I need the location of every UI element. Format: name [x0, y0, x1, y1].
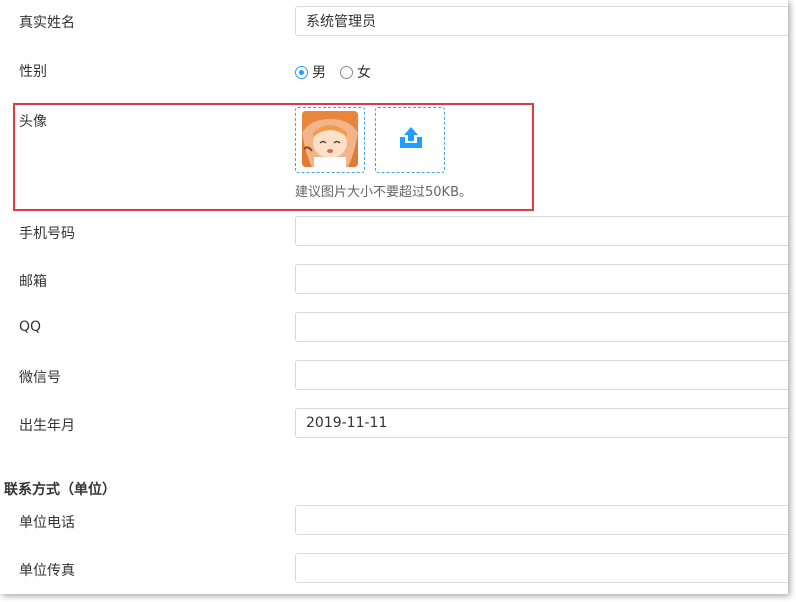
qq-label: QQ — [19, 319, 42, 335]
wechat-input[interactable] — [295, 360, 788, 390]
gender-label: 性别 — [19, 64, 47, 80]
email-label: 邮箱 — [19, 274, 47, 290]
birth-label: 出生年月 — [19, 418, 75, 434]
avatar-preview[interactable] — [295, 107, 365, 173]
phone-input[interactable] — [295, 216, 788, 246]
contact-section-title: 联系方式（单位） — [4, 482, 116, 498]
gender-male-radio[interactable]: 男 — [295, 62, 326, 82]
avatar-size-hint: 建议图片大小不要超过50KB。 — [295, 185, 472, 200]
work-phone-label: 单位电话 — [19, 515, 75, 531]
real-name-input[interactable] — [295, 6, 788, 36]
form-frame: 真实姓名 性别 男 女 头像 — [0, 0, 788, 594]
gender-radio-group: 男 女 — [295, 63, 385, 81]
work-phone-input[interactable] — [295, 505, 788, 535]
work-fax-input[interactable] — [295, 553, 788, 583]
radio-unchecked-icon — [340, 65, 353, 79]
birth-date-input[interactable] — [295, 408, 788, 438]
qq-input[interactable] — [295, 312, 788, 342]
wechat-label: 微信号 — [19, 370, 61, 386]
phone-label: 手机号码 — [19, 226, 75, 242]
avatar-label: 头像 — [19, 114, 47, 130]
upload-icon — [400, 127, 422, 148]
email-input[interactable] — [295, 264, 788, 294]
gender-female-radio[interactable]: 女 — [340, 62, 371, 82]
avatar-image — [302, 111, 358, 167]
avatar-upload-button[interactable] — [375, 107, 445, 173]
real-name-label: 真实姓名 — [19, 15, 75, 31]
gender-male-label: 男 — [312, 65, 326, 81]
radio-checked-icon — [295, 65, 308, 79]
gender-female-label: 女 — [357, 65, 371, 81]
work-fax-label: 单位传真 — [19, 563, 75, 579]
